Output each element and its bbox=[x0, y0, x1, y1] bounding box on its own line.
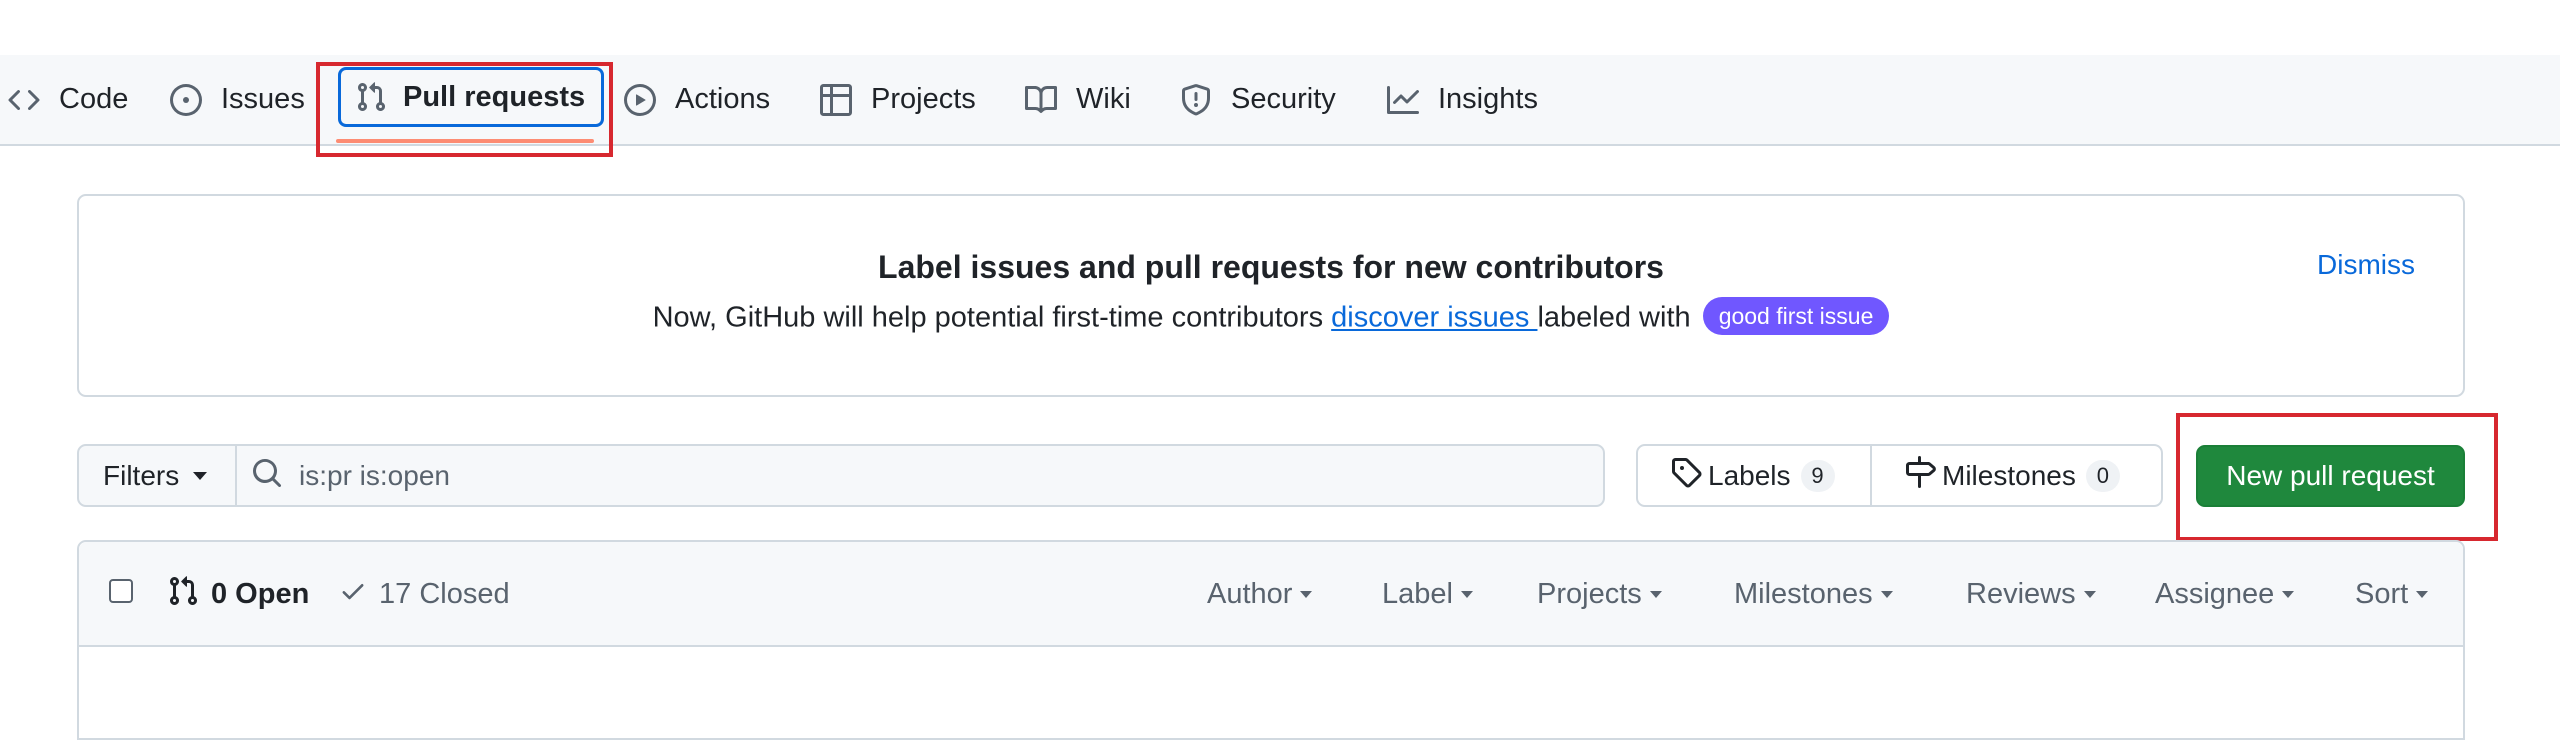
closed-filter[interactable]: 17 Closed bbox=[339, 542, 510, 647]
milestones-dropdown[interactable]: Milestones bbox=[1734, 542, 1893, 647]
sort-dropdown-label: Sort bbox=[2355, 578, 2409, 610]
good-first-issue-label: good first issue bbox=[1702, 297, 1890, 335]
banner-text-before: Now, GitHub will help potential first-ti… bbox=[652, 301, 1332, 334]
tab-pull-requests[interactable]: Pull requests bbox=[338, 67, 605, 127]
closed-count-label: 17 Closed bbox=[379, 578, 510, 610]
labels-count: 9 bbox=[1800, 459, 1835, 492]
milestones-button[interactable]: Milestones 0 bbox=[1872, 446, 2161, 505]
tag-icon bbox=[1670, 456, 1708, 495]
repo-nav: Code Issues Pull requests Actions Projec… bbox=[0, 55, 2560, 146]
tab-code[interactable]: Code bbox=[8, 55, 128, 144]
caret-down-icon bbox=[2282, 591, 2295, 598]
table-icon bbox=[820, 83, 871, 116]
open-count-label: 0 Open bbox=[211, 578, 310, 610]
search-box[interactable] bbox=[237, 446, 1603, 505]
banner-title: Label issues and pull requests for new c… bbox=[878, 249, 1664, 285]
tab-security[interactable]: Security bbox=[1180, 55, 1336, 144]
tab-actions[interactable]: Actions bbox=[624, 55, 770, 144]
tab-issues-label: Issues bbox=[221, 83, 305, 115]
projects-dropdown[interactable]: Projects bbox=[1537, 542, 1662, 647]
play-icon bbox=[624, 83, 675, 116]
label-dropdown-label: Label bbox=[1382, 578, 1453, 610]
caret-down-icon bbox=[1300, 591, 1313, 598]
tab-code-label: Code bbox=[59, 83, 129, 115]
milestone-icon bbox=[1904, 456, 1942, 495]
git-pull-request-icon bbox=[167, 575, 211, 615]
sort-dropdown[interactable]: Sort bbox=[2355, 542, 2429, 647]
tab-actions-label: Actions bbox=[675, 83, 771, 115]
labels-button-label: Labels bbox=[1708, 459, 1791, 491]
discover-issues-link[interactable]: discover issues bbox=[1331, 302, 1537, 334]
pull-request-list: 0 Open 17 Closed Author Label Projects M… bbox=[77, 540, 2465, 740]
filter-bar: Filters bbox=[77, 444, 1605, 507]
banner-text-after: labeled with bbox=[1537, 301, 1699, 334]
author-dropdown[interactable]: Author bbox=[1207, 542, 1313, 647]
projects-dropdown-label: Projects bbox=[1537, 578, 1642, 610]
tab-security-label: Security bbox=[1231, 83, 1336, 115]
banner-text: Now, GitHub will help potential first-ti… bbox=[79, 297, 2463, 338]
list-header: 0 Open 17 Closed Author Label Projects M… bbox=[79, 542, 2463, 647]
label-dropdown[interactable]: Label bbox=[1382, 542, 1473, 647]
tab-wiki-label: Wiki bbox=[1076, 83, 1131, 115]
open-filter[interactable]: 0 Open bbox=[167, 542, 309, 647]
select-all-checkbox[interactable] bbox=[109, 579, 133, 603]
search-icon bbox=[251, 457, 299, 494]
graph-icon bbox=[1387, 84, 1438, 116]
book-icon bbox=[1025, 84, 1076, 116]
tab-wiki[interactable]: Wiki bbox=[1025, 55, 1131, 144]
caret-down-icon bbox=[1460, 591, 1473, 598]
caret-down-icon bbox=[2083, 591, 2096, 598]
dismiss-button[interactable]: Dismiss bbox=[2317, 249, 2415, 281]
caret-down-icon bbox=[1649, 591, 1662, 598]
assignee-dropdown-label: Assignee bbox=[2155, 578, 2275, 610]
check-icon bbox=[339, 577, 379, 613]
milestones-count: 0 bbox=[2085, 459, 2120, 492]
tab-projects[interactable]: Projects bbox=[820, 55, 976, 144]
tab-projects-label: Projects bbox=[871, 83, 976, 115]
tab-insights[interactable]: Insights bbox=[1387, 55, 1538, 144]
new-contributors-banner: Label issues and pull requests for new c… bbox=[77, 194, 2465, 397]
code-icon bbox=[8, 84, 59, 116]
tab-insights-label: Insights bbox=[1438, 83, 1538, 115]
search-input[interactable] bbox=[299, 459, 1499, 492]
filters-button[interactable]: Filters bbox=[79, 446, 237, 505]
milestones-dropdown-label: Milestones bbox=[1734, 578, 1873, 610]
filters-button-label: Filters bbox=[103, 459, 180, 491]
caret-down-icon bbox=[193, 471, 208, 480]
milestones-button-label: Milestones bbox=[1942, 459, 2076, 491]
labels-button[interactable]: Labels 9 bbox=[1638, 446, 1872, 505]
issue-opened-icon bbox=[170, 83, 221, 116]
new-pull-request-button[interactable]: New pull request bbox=[2196, 445, 2465, 507]
caret-down-icon bbox=[1880, 591, 1893, 598]
tab-issues[interactable]: Issues bbox=[170, 55, 305, 144]
shield-icon bbox=[1180, 83, 1231, 116]
reviews-dropdown-label: Reviews bbox=[1966, 578, 2076, 610]
tab-pull-requests-label: Pull requests bbox=[403, 80, 586, 113]
labels-milestones-group: Labels 9 Milestones 0 bbox=[1636, 444, 2163, 507]
caret-down-icon bbox=[2416, 591, 2429, 598]
author-dropdown-label: Author bbox=[1207, 578, 1293, 610]
git-pull-request-icon bbox=[355, 81, 403, 113]
assignee-dropdown[interactable]: Assignee bbox=[2155, 542, 2295, 647]
reviews-dropdown[interactable]: Reviews bbox=[1966, 542, 2096, 647]
selected-tab-underline bbox=[336, 139, 594, 143]
